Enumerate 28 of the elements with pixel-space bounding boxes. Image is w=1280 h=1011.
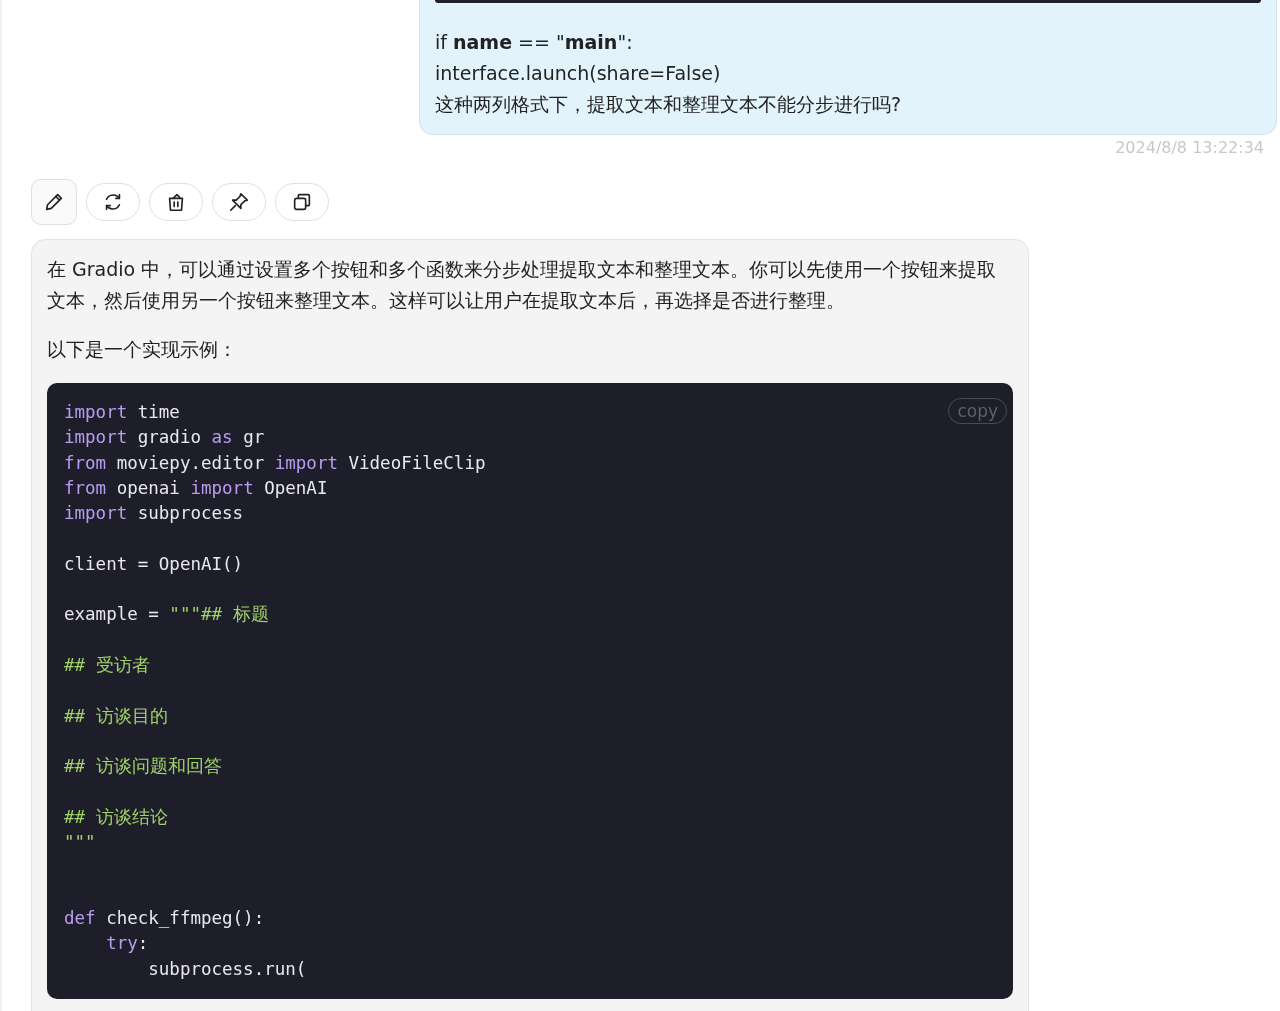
code-line: from moviepy.editor import VideoFileClip: [64, 451, 486, 475]
pencil-icon: [43, 191, 65, 213]
code-line: subprocess.run(: [147, 957, 307, 981]
code-line: """: [64, 831, 96, 855]
pin-button[interactable]: [212, 183, 266, 221]
copy-button[interactable]: [275, 183, 329, 221]
code-line: from openai import OpenAI: [64, 476, 328, 500]
code-line: ## 访谈目的: [64, 704, 168, 728]
code-line: import gradio as gr: [64, 426, 265, 450]
delete-button[interactable]: [149, 183, 203, 221]
message-text: if name == "main":: [435, 30, 634, 55]
edit-button[interactable]: [31, 179, 77, 225]
code-line: import subprocess: [64, 502, 244, 526]
pin-icon: [228, 191, 250, 213]
code-line: client = OpenAI(): [64, 552, 244, 576]
message-paragraph: 以下是一个实现示例：: [47, 337, 238, 362]
code-line: try:: [105, 932, 149, 956]
code-line: ## 受访者: [64, 653, 150, 677]
code-line: import time: [64, 401, 180, 424]
message-text: 这种两列格式下，提取文本和整理文本不能分步进行吗?: [435, 92, 903, 117]
regenerate-button[interactable]: [86, 183, 140, 221]
code-line: ## 访谈问题和回答: [64, 755, 222, 779]
message-paragraph: 在 Gradio 中，可以通过设置多个按钮和多个函数来分步处理提取文本和整理文本。你可以先使用一个按钮来提取文本，然后使用另一个按钮来整理文本。这样可以让用户在提取文本后，再选择是否进行整理。: [47, 257, 998, 313]
code-line: example = """## 标题: [64, 603, 269, 627]
code-line: def check_ffmpeg():: [64, 906, 265, 930]
code-line: ## 访谈结论: [64, 805, 168, 829]
copy-icon: [291, 191, 313, 213]
message-text: interface.launch(share=False): [435, 61, 722, 86]
